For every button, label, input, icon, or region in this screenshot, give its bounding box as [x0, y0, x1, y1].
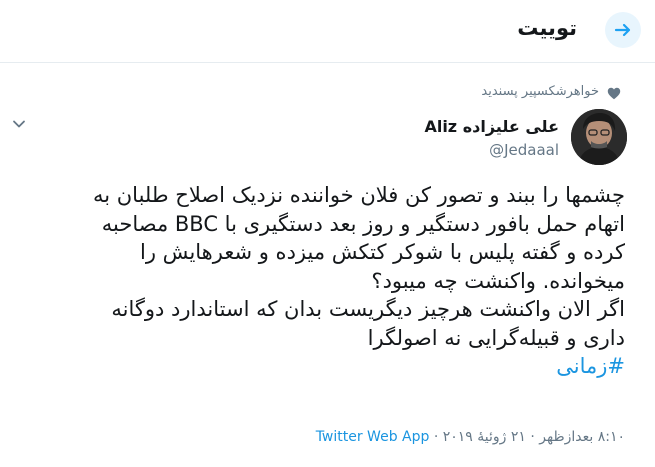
tweet-text-line: اتهام حمل بافور دستگیر و روز بعد دستگیری… — [101, 211, 625, 236]
tweet-text-line: داری و قبیله‌گرایی نه اصولگرا — [367, 325, 625, 350]
tweet-page: توییت خواهرشکسپیر پسندید علی علیزاده Ali… — [0, 0, 655, 467]
tweet-timestamp[interactable]: ۸:۱۰ بعدازظهر · ۲۱ ژوئیهٔ ۲۰۱۹ · — [429, 429, 625, 445]
tweet-text-line: کرده و گفته پلیس با شوکر کتکش میزده و شع… — [140, 240, 625, 264]
tweet-text-line: چشمها را ببند و تصور کن فلان خواننده نزد… — [92, 183, 625, 207]
arrow-right-icon — [614, 23, 631, 37]
chevron-down-icon[interactable] — [10, 115, 28, 133]
author-handle[interactable]: @Jedaaal — [424, 141, 559, 159]
tweet-meta: ۸:۱۰ بعدازظهر · ۲۱ ژوئیهٔ ۲۰۱۹ · Twitter… — [316, 429, 625, 445]
hashtag-link[interactable]: #زمانی — [12, 352, 625, 381]
tweet-text: چشمها را ببند و تصور کن فلان خواننده نزد… — [12, 181, 625, 381]
tweet-text-line: اگر الان واکنشت هرچیز دیگریست بدان که اس… — [111, 297, 625, 321]
avatar[interactable] — [571, 109, 627, 165]
page-title: توییت — [517, 16, 577, 40]
tweet-text-line: میخوانده. واکنشت چه میبود؟ — [371, 268, 625, 293]
back-button[interactable] — [605, 12, 641, 48]
author-info[interactable]: علی علیزاده Aliz @Jedaaal — [424, 117, 559, 159]
source-app-link[interactable]: Twitter Web App — [316, 429, 430, 445]
author-name[interactable]: علی علیزاده Aliz — [424, 117, 559, 137]
page-header: توییت — [0, 0, 655, 63]
social-context[interactable]: خواهرشکسپیر پسندید — [481, 84, 599, 99]
tweet[interactable]: خواهرشکسپیر پسندید علی علیزاده Aliz @Jed… — [0, 63, 655, 467]
heart-icon — [607, 87, 621, 100]
avatar-image — [571, 109, 627, 165]
